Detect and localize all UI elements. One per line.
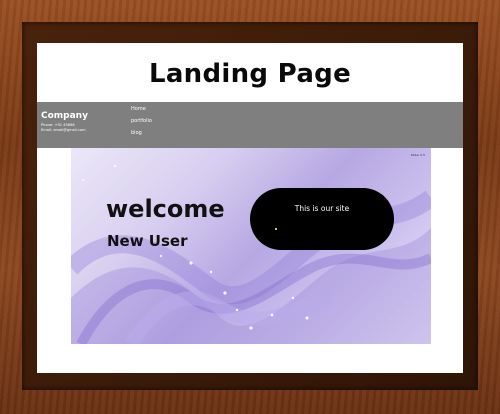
page-title: Landing Page bbox=[148, 59, 352, 89]
welcome-heading: welcome bbox=[106, 195, 225, 223]
new-user-subtitle: New User bbox=[107, 232, 188, 250]
site-intro-text: This is our site bbox=[294, 204, 350, 213]
landing-page-mockup: Landing Page Company Phone: +91 45666 Em… bbox=[37, 43, 463, 373]
nav-menu: Home portfolio blog bbox=[131, 107, 152, 143]
contact-email: Email: email@gmail.com bbox=[41, 128, 86, 132]
site-intro-pill[interactable]: This is our site bbox=[250, 188, 394, 250]
picture-frame: Landing Page Company Phone: +91 45666 Em… bbox=[0, 0, 500, 414]
company-name: Company bbox=[41, 111, 88, 121]
nav-link-blog[interactable]: blog bbox=[131, 131, 152, 136]
hero-banner: Slider 0.5 welcome New User This is our … bbox=[71, 148, 431, 344]
cursor-icon bbox=[275, 228, 277, 230]
nav-link-home[interactable]: Home bbox=[131, 107, 152, 112]
nav-link-portfolio[interactable]: portfolio bbox=[131, 119, 152, 124]
header-bar: Company Phone: +91 45666 Email: email@gm… bbox=[37, 102, 463, 148]
slider-label: Slider 0.5 bbox=[410, 153, 425, 157]
